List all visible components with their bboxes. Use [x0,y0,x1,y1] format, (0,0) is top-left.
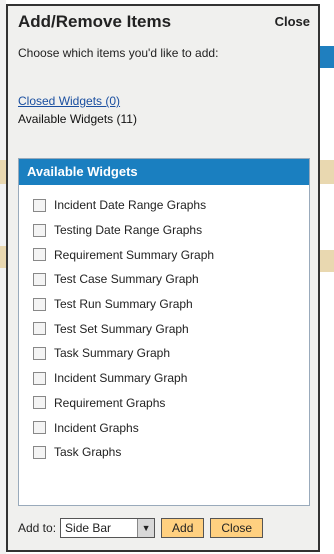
add-remove-items-dialog: Add/Remove Items Close Choose which item… [6,4,320,552]
widget-label: Task Summary Graph [54,346,171,361]
widget-list-item[interactable]: Incident Summary Graph [33,366,309,391]
widget-label: Task Graphs [54,445,122,460]
add-button[interactable]: Add [161,518,205,538]
widget-list-item[interactable]: Incident Date Range Graphs [33,193,309,218]
widget-list-item[interactable]: Testing Date Range Graphs [33,218,309,243]
widget-checkbox[interactable] [33,421,46,435]
widget-list-item[interactable]: Test Run Summary Graph [33,292,309,317]
background-page-edge [320,0,334,554]
widget-label: Test Case Summary Graph [54,272,199,287]
available-widgets-label: Available Widgets (11) [18,112,137,126]
available-widgets-panel: Available Widgets Incident Date Range Gr… [18,158,310,506]
widget-checkbox[interactable] [33,396,46,410]
widget-label: Incident Graphs [54,420,139,435]
widget-checkbox[interactable] [33,297,46,311]
background-header-strip [320,46,334,68]
widget-checkbox[interactable] [33,346,46,360]
closed-widgets-link[interactable]: Closed Widgets (0) [18,94,120,108]
chevron-down-icon[interactable]: ▼ [137,519,155,537]
widget-list-item[interactable]: Test Set Summary Graph [33,316,309,341]
widget-checkbox[interactable] [33,198,46,212]
widget-checkbox[interactable] [33,322,46,336]
widget-list-item[interactable]: Test Case Summary Graph [33,267,309,292]
widget-label: Test Run Summary Graph [54,297,193,312]
widget-label: Incident Date Range Graphs [54,198,207,213]
dialog-instructions: Choose which items you'd like to add: [18,46,219,60]
widget-list: Incident Date Range Graphs Testing Date R… [19,185,309,465]
background-row [320,250,334,272]
widget-label: Requirement Summary Graph [54,247,215,262]
dialog-footer: Add to: Side Bar ▼ Add Close [18,516,264,540]
widget-checkbox[interactable] [33,371,46,385]
close-button[interactable]: Close [210,518,264,538]
widget-label: Testing Date Range Graphs [54,223,203,238]
widget-list-item[interactable]: Task Summary Graph [33,341,309,366]
add-to-label: Add to: [18,521,57,535]
widget-list-item[interactable]: Task Graphs [33,440,309,465]
widget-list-item[interactable]: Incident Graphs [33,415,309,440]
widget-label: Incident Summary Graph [54,371,188,386]
widget-label: Requirement Graphs [54,395,166,410]
widget-checkbox[interactable] [33,445,46,459]
panel-header: Available Widgets [19,159,309,185]
widget-checkbox[interactable] [33,272,46,286]
widget-label: Test Set Summary Graph [54,321,189,336]
widget-list-item[interactable]: Requirement Summary Graph [33,242,309,267]
widget-checkbox[interactable] [33,223,46,237]
background-row [320,160,334,184]
widget-list-item[interactable]: Requirement Graphs [33,391,309,416]
add-to-select[interactable]: Side Bar ▼ [60,518,156,538]
widget-checkbox[interactable] [33,248,46,262]
dialog-title: Add/Remove Items [18,12,172,31]
dialog-close-link[interactable]: Close [275,14,310,29]
add-to-select-value: Side Bar [65,521,112,535]
